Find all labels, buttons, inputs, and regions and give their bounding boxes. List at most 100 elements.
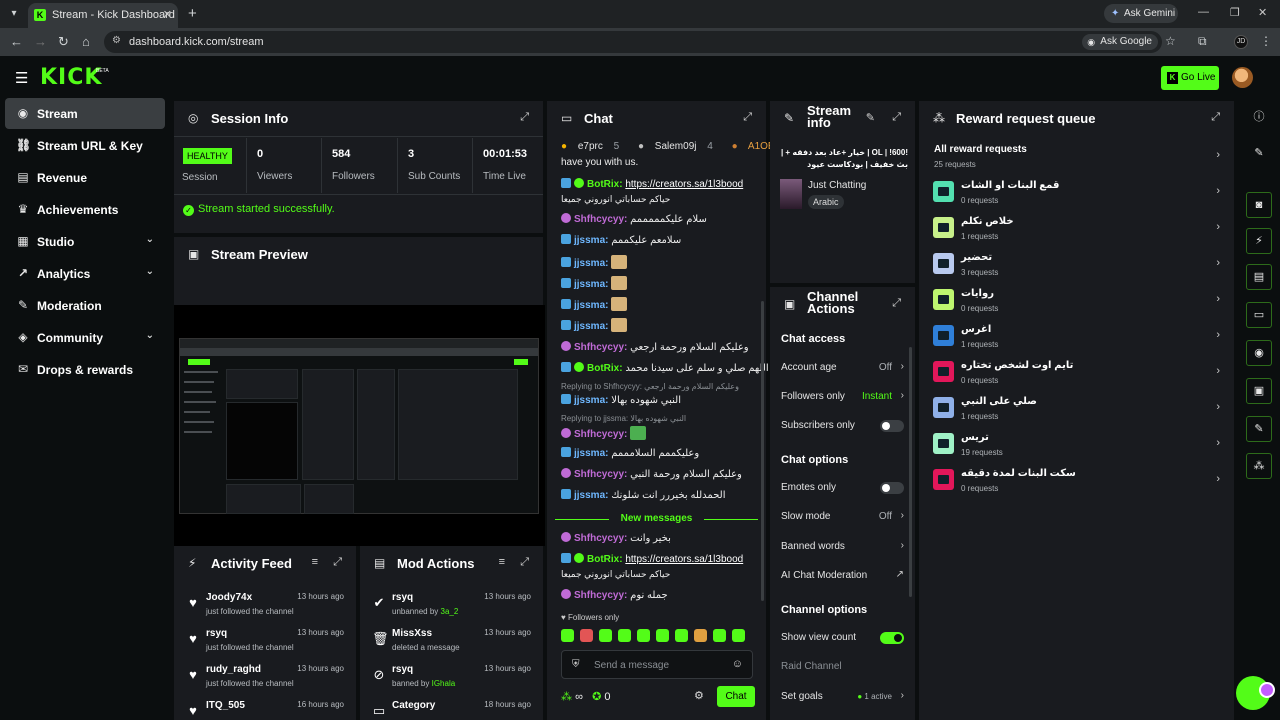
- top-chatter[interactable]: ● Salem09j 4: [638, 141, 721, 152]
- emote-icon[interactable]: [656, 629, 669, 642]
- window-close-icon[interactable]: ✕: [1258, 6, 1267, 19]
- home-icon[interactable]: ⌂: [82, 34, 90, 49]
- reward-item[interactable]: قمع البنات او الشات 0 requests ›: [919, 175, 1234, 211]
- expand-icon[interactable]: ⤢: [1211, 111, 1220, 124]
- reward-item[interactable]: تايم اوت لشخص تختاره 0 requests ›: [919, 355, 1234, 391]
- expand-icon[interactable]: ⤢: [892, 111, 901, 124]
- emote-icon[interactable]: [618, 629, 631, 642]
- emote-icon[interactable]: [732, 629, 745, 642]
- chat-input[interactable]: ⛨ Send a message ☺: [561, 650, 753, 679]
- language-tag[interactable]: Arabic: [808, 195, 844, 209]
- ask-gemini-button[interactable]: ✦ Ask Gemini: [1104, 4, 1178, 23]
- floating-action-button[interactable]: [1236, 676, 1275, 710]
- emote-icon[interactable]: [713, 629, 726, 642]
- forward-icon[interactable]: →: [34, 34, 47, 49]
- expand-icon[interactable]: ⤢: [520, 556, 529, 569]
- filter-icon[interactable]: ≡: [312, 556, 318, 568]
- stream-preview-video[interactable]: [174, 305, 545, 546]
- expand-icon[interactable]: ⤢: [743, 111, 752, 124]
- chat-settings-icon[interactable]: ⚙: [694, 689, 704, 702]
- chat-username[interactable]: jjssma:: [574, 279, 608, 290]
- stream-info-toggle-icon[interactable]: ✎: [1246, 416, 1272, 442]
- sidebar-item-analytics[interactable]: ↗ Analytics ⌄: [5, 258, 165, 289]
- emote-icon[interactable]: [580, 629, 593, 642]
- chat-toggle-icon[interactable]: ▭: [1246, 302, 1272, 328]
- community-icon[interactable]: ⁂: [561, 691, 572, 703]
- infinity-icon[interactable]: ∞: [575, 691, 583, 703]
- browser-tab[interactable]: K Stream - Kick Dashboard ✕: [28, 3, 178, 28]
- sidebar-item-stream[interactable]: ◉ Stream: [5, 98, 165, 129]
- mod-actions-toggle-icon[interactable]: ▤: [1246, 264, 1272, 290]
- hamburger-menu-icon[interactable]: ☰: [15, 69, 28, 87]
- chat-username[interactable]: BotRix:: [587, 179, 623, 190]
- sidebar-item-revenue[interactable]: ▤ Revenue: [5, 162, 165, 193]
- site-info-icon[interactable]: ⚙: [112, 35, 121, 46]
- sidebar-item-drops-rewards[interactable]: ✉ Drops & rewards: [5, 354, 165, 385]
- edit-icon[interactable]: ✎: [866, 111, 875, 124]
- emotes-only-toggle[interactable]: [880, 482, 904, 494]
- menu-dots-icon[interactable]: ⋮: [1260, 34, 1272, 48]
- edit-icon[interactable]: ✎: [1246, 141, 1272, 167]
- chat-username[interactable]: Shfhcycyy:: [574, 214, 627, 225]
- rewards-toggle-icon[interactable]: ⁂: [1246, 453, 1272, 479]
- reward-item[interactable]: سكت البنات لمدة دقيقه 0 requests ›: [919, 463, 1234, 499]
- user-avatar[interactable]: [1232, 67, 1253, 88]
- sidebar-item-stream-url-key[interactable]: ⛓ Stream URL & Key: [5, 130, 165, 161]
- reward-item[interactable]: تريس 19 requests ›: [919, 427, 1234, 463]
- chat-username[interactable]: Shfhcycyy:: [574, 590, 627, 601]
- kick-logo[interactable]: KICK: [40, 65, 102, 90]
- all-reward-requests[interactable]: All reward requests 25 requests ›: [919, 139, 1234, 175]
- chat-username[interactable]: BotRix:: [587, 554, 623, 565]
- chat-username[interactable]: Shfhcycyy:: [574, 469, 627, 480]
- chat-username[interactable]: jjssma:: [574, 300, 608, 311]
- tab-search-icon[interactable]: ▾: [6, 6, 22, 22]
- bookmark-star-icon[interactable]: ☆: [1165, 34, 1176, 48]
- chat-username[interactable]: Shfhcycyy:: [574, 533, 627, 544]
- info-icon[interactable]: ⓘ: [1246, 105, 1272, 131]
- chat-username[interactable]: jjssma:: [574, 490, 608, 501]
- mod-by[interactable]: IGhala: [432, 679, 456, 688]
- close-icon[interactable]: ✕: [163, 8, 172, 21]
- reward-item[interactable]: اغرس 1 requests ›: [919, 319, 1234, 355]
- category-thumbnail[interactable]: [780, 179, 802, 209]
- sidebar-item-moderation[interactable]: ✎ Moderation: [5, 290, 165, 321]
- chat-username[interactable]: Shfhcycyy:: [574, 342, 627, 353]
- chat-username[interactable]: jjssma:: [574, 258, 608, 269]
- reload-icon[interactable]: ↻: [58, 34, 69, 50]
- subscribers-only-toggle[interactable]: [880, 420, 904, 432]
- expand-icon[interactable]: ⤢: [892, 297, 901, 310]
- chat-username[interactable]: jjssma:: [574, 321, 608, 332]
- chat-username[interactable]: BotRix:: [587, 363, 623, 374]
- extensions-icon[interactable]: ⧉: [1198, 34, 1207, 49]
- emote-icon[interactable]: [599, 629, 612, 642]
- emote-icon[interactable]: [694, 629, 707, 642]
- channel-actions-toggle-icon[interactable]: ▣: [1246, 378, 1272, 404]
- sidebar-item-achievements[interactable]: ♛ Achievements: [5, 194, 165, 225]
- chat-send-button[interactable]: Chat: [717, 686, 755, 707]
- back-icon[interactable]: ←: [10, 34, 23, 49]
- chat-username[interactable]: jjssma:: [574, 395, 608, 406]
- scrollbar[interactable]: [909, 347, 912, 597]
- expand-icon[interactable]: ⤢: [333, 556, 342, 569]
- mod-by[interactable]: 3a_2: [441, 607, 459, 616]
- minimize-icon[interactable]: —: [1198, 6, 1209, 18]
- url-field[interactable]: ⚙ dashboard.kick.com/stream ◉ Ask Google: [104, 31, 1162, 53]
- show-view-count-toggle[interactable]: [880, 632, 904, 644]
- expand-icon[interactable]: ⤢: [520, 111, 529, 124]
- emoji-icon[interactable]: ☺: [732, 658, 743, 670]
- filter-icon[interactable]: ≡: [499, 556, 505, 568]
- stream-preview-toggle-icon[interactable]: ◉: [1246, 340, 1272, 366]
- reward-item[interactable]: تحضير 3 requests ›: [919, 247, 1234, 283]
- category-name[interactable]: Just Chatting: [808, 180, 866, 191]
- emote-icon[interactable]: [561, 629, 574, 642]
- chat-username[interactable]: jjssma:: [574, 448, 608, 459]
- chat-link[interactable]: https://creators.sa/1l3bood: [625, 179, 743, 190]
- chat-scrollbar[interactable]: [761, 301, 764, 601]
- maximize-icon[interactable]: ❐: [1230, 6, 1240, 19]
- points-icon[interactable]: ✪: [592, 691, 601, 703]
- go-live-button[interactable]: K Go Live: [1161, 66, 1219, 90]
- chat-link[interactable]: https://creators.sa/1l3bood: [625, 554, 743, 565]
- top-chatter[interactable]: ● e7prc 5: [561, 141, 627, 152]
- sidebar-item-studio[interactable]: ▦ Studio ⌄: [5, 226, 165, 257]
- profile-icon[interactable]: JD: [1234, 35, 1248, 49]
